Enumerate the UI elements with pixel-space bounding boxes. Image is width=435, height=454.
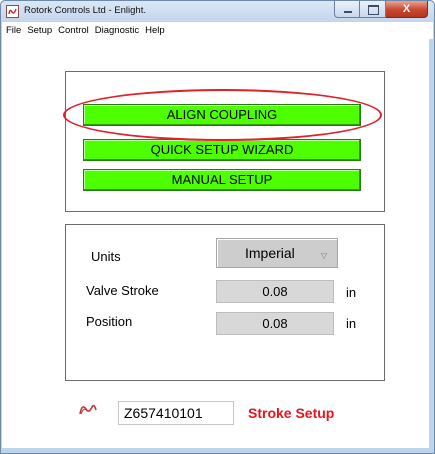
maximize-button[interactable] xyxy=(360,1,386,18)
rotork-logo-icon xyxy=(78,402,98,416)
position-field: 0.08 xyxy=(216,312,334,335)
close-icon: X xyxy=(402,3,411,15)
rotork-app-icon xyxy=(6,5,19,18)
valve-stroke-label: Valve Stroke xyxy=(86,283,159,298)
window-title: Rotork Controls Ltd - Enlight. xyxy=(24,5,146,16)
quick-setup-wizard-button[interactable]: QUICK SETUP WIZARD xyxy=(83,139,361,161)
valve-stroke-unit: in xyxy=(346,285,357,300)
menu-diagnostic[interactable]: Diagnostic xyxy=(95,25,139,36)
menu-control[interactable]: Control xyxy=(58,25,89,36)
menu-bar: File Setup Control Diagnostic Help xyxy=(2,22,433,39)
position-unit: in xyxy=(346,316,357,331)
mode-status-text: Stroke Setup xyxy=(248,405,335,421)
window-bottom-frame xyxy=(1,448,434,453)
valve-stroke-field: 0.08 xyxy=(216,280,334,303)
serial-number-field: Z657410101 xyxy=(118,401,234,425)
title-bar[interactable]: Rotork Controls Ltd - Enlight. X xyxy=(1,1,434,22)
align-coupling-button[interactable]: ALIGN COUPLING xyxy=(83,104,361,126)
triangle-down-icon: ▽ xyxy=(321,251,328,260)
minimize-button[interactable] xyxy=(334,1,360,18)
menu-setup[interactable]: Setup xyxy=(27,25,52,36)
units-label: Units xyxy=(91,249,121,264)
position-label: Position xyxy=(86,314,133,329)
menu-file[interactable]: File xyxy=(6,25,21,36)
window-controls: X xyxy=(334,1,428,18)
manual-setup-button[interactable]: MANUAL SETUP xyxy=(83,169,361,191)
units-value: Imperial xyxy=(245,245,295,261)
menu-help[interactable]: Help xyxy=(145,25,165,36)
close-button[interactable]: X xyxy=(386,1,428,18)
units-dropdown[interactable]: Imperial ▽ xyxy=(216,238,338,268)
